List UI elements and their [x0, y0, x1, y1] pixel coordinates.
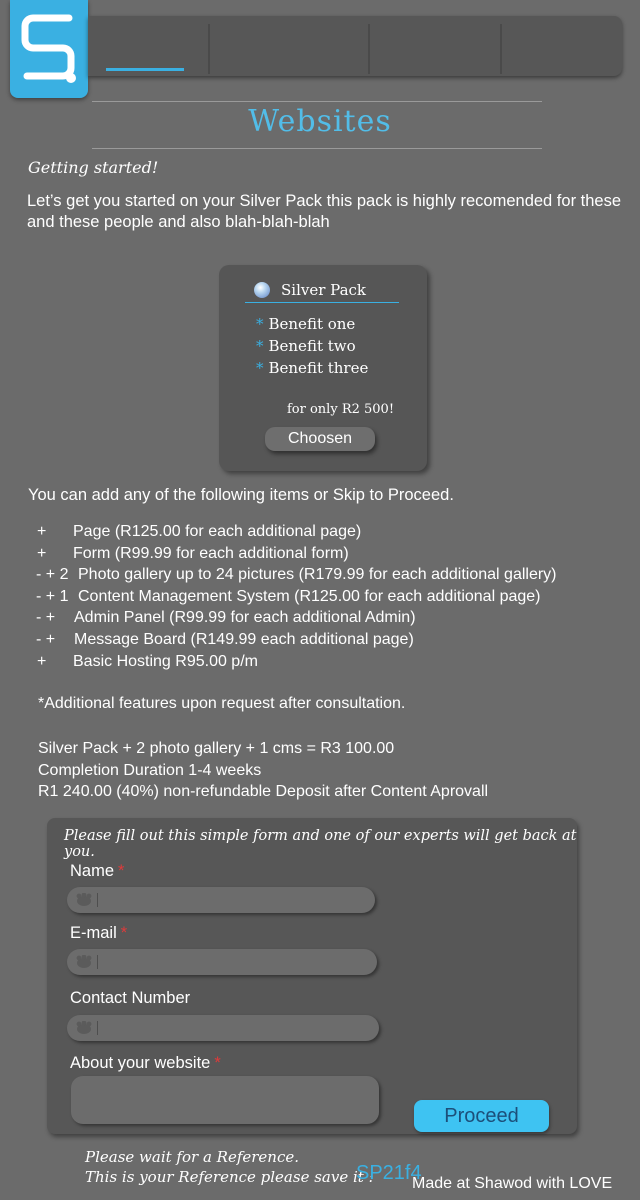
hand-icon — [72, 1021, 98, 1035]
title-rule-bottom — [92, 148, 542, 149]
nav-tab-1[interactable] — [88, 16, 208, 76]
proceed-button[interactable]: Proceed — [414, 1100, 549, 1132]
summary-line: Completion Duration 1-4 weeks — [38, 761, 262, 779]
logo[interactable] — [10, 0, 88, 98]
nav-tab-2[interactable] — [210, 16, 368, 76]
pack-card: Silver Pack * Benefit one * Benefit two * B… — [219, 265, 427, 471]
addon-item[interactable]: - + 2 Photo gallery up to 24 pictures (R1… — [36, 564, 557, 586]
getting-started-heading: Getting started! — [28, 158, 159, 177]
pack-price: for only R2 500! — [287, 402, 395, 417]
addon-item[interactable]: - + 1 Content Management System (R125.00 … — [36, 586, 557, 608]
contact-form: Please fill out this simple form and one… — [47, 818, 577, 1134]
contact-number-label: Contact Number — [70, 989, 191, 1007]
name-label: Name * — [70, 862, 125, 880]
summary-line: Silver Pack + 2 photo gallery + 1 cms = … — [38, 740, 395, 757]
nav-tab-4[interactable] — [502, 16, 622, 76]
addon-list: + Page (R125.00 for each additional page)… — [36, 521, 557, 673]
about-website-label: About your website * — [70, 1054, 221, 1072]
required-mark: * — [214, 1054, 221, 1072]
contact-number-input[interactable] — [67, 1015, 379, 1041]
addon-item[interactable]: + Basic Hosting R95.00 p/m — [37, 651, 557, 673]
addon-item[interactable]: - + Message Board (R149.99 each additiona… — [36, 629, 557, 651]
s-logo-icon — [21, 14, 76, 83]
pack-name: Silver Pack — [281, 281, 367, 299]
hand-icon — [72, 893, 98, 907]
benefit-marker: * — [256, 315, 264, 333]
order-summary: Silver Pack + 2 photo gallery + 1 cms = … — [38, 738, 488, 803]
wait-reference-text: Please wait for a Reference. — [85, 1148, 300, 1166]
top-navbar — [88, 16, 622, 76]
addon-item[interactable]: + Form (R99.99 for each additional form) — [37, 543, 557, 565]
benefit-item: * Benefit one — [256, 315, 356, 333]
name-input[interactable] — [67, 887, 375, 913]
benefit-marker: * — [256, 359, 264, 377]
required-mark: * — [120, 924, 128, 942]
hand-icon — [72, 955, 98, 969]
pack-orb-icon — [254, 282, 270, 298]
benefit-list: * Benefit one * Benefit two * Benefit three — [256, 313, 368, 379]
addon-item[interactable]: - + Admin Panel (R99.99 for each addition… — [36, 607, 557, 629]
intro-text: Let’s get you started on your Silver Pac… — [27, 192, 622, 231]
email-input[interactable] — [67, 949, 377, 975]
addon-item[interactable]: + Page (R125.00 for each additional page) — [37, 521, 557, 543]
benefit-item: * Benefit three — [256, 359, 369, 377]
pack-divider — [245, 302, 399, 303]
nav-tab-3[interactable] — [370, 16, 500, 76]
email-label: E-mail * — [70, 924, 128, 942]
form-intro: Please fill out this simple form and one… — [64, 828, 577, 860]
addons-intro: You can add any of the following items o… — [28, 486, 454, 504]
choose-pack-button[interactable]: Choosen — [265, 427, 375, 451]
page-title: Websites — [248, 104, 392, 139]
additional-note: *Additional features upon request after … — [38, 695, 406, 712]
summary-line: R1 240.00 (40%) non-refundable Deposit a… — [38, 783, 489, 801]
benefit-item: * Benefit two — [256, 337, 356, 355]
benefit-marker: * — [256, 337, 264, 355]
nav-active-indicator — [106, 68, 184, 71]
about-website-textarea[interactable] — [71, 1076, 379, 1124]
title-rule-top — [92, 101, 542, 102]
save-reference-text: This is your Reference please save it : — [85, 1168, 374, 1186]
required-mark: * — [118, 862, 125, 880]
footer-credit: Made at Shawod with LOVE — [412, 1175, 613, 1192]
